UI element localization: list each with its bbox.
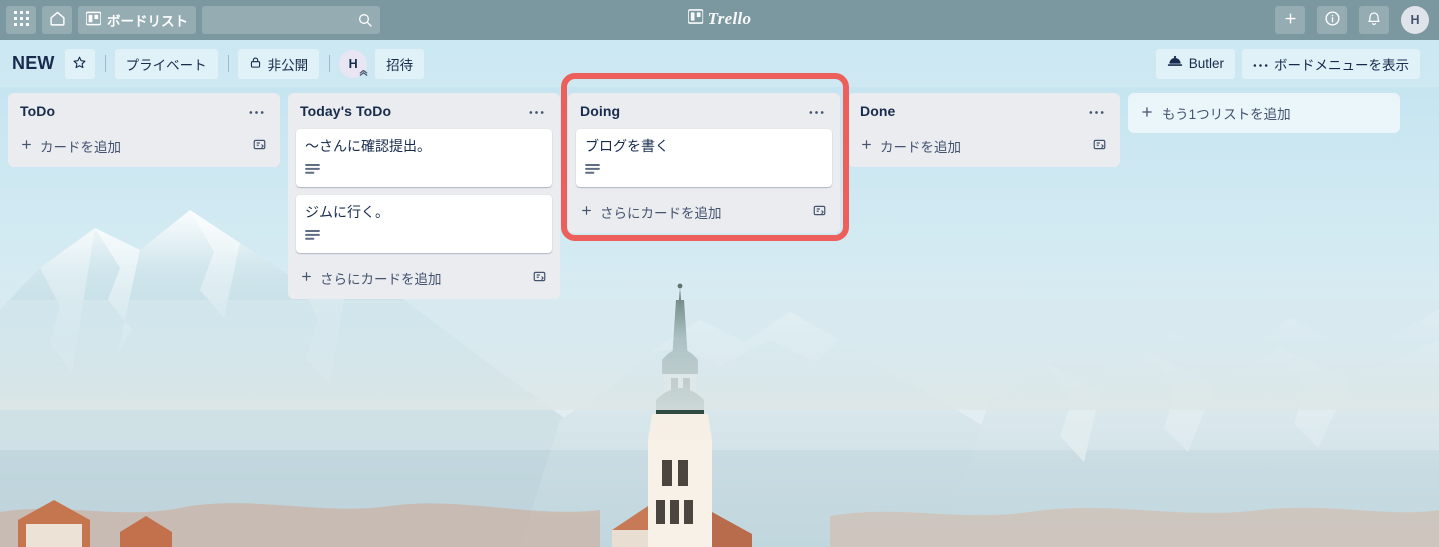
card[interactable]: 〜さんに確認提出。 bbox=[296, 129, 552, 187]
board-header: NEW プライベート 非公開 H 招待 Butler ボードメニューを表示 bbox=[0, 40, 1439, 87]
card-title: 〜さんに確認提出。 bbox=[305, 138, 431, 154]
butler-label: Butler bbox=[1188, 56, 1224, 71]
create-button[interactable] bbox=[1275, 6, 1305, 34]
list-actions-button[interactable] bbox=[245, 105, 268, 117]
board-member-avatar[interactable]: H bbox=[339, 49, 369, 80]
list-actions-button[interactable] bbox=[805, 105, 828, 117]
list-todo[interactable]: ToDo カードを追加 bbox=[8, 93, 280, 167]
invite-button[interactable]: 招待 bbox=[375, 48, 425, 79]
butler-icon bbox=[1167, 55, 1183, 72]
list-title: Doing bbox=[580, 103, 621, 119]
trello-board-icon bbox=[686, 9, 704, 29]
header-divider-2 bbox=[227, 55, 229, 72]
card-title: ジムに行く。 bbox=[305, 204, 389, 220]
list-header: ToDo bbox=[16, 101, 272, 129]
card[interactable]: ジムに行く。 bbox=[296, 195, 552, 253]
list-header: Doing bbox=[576, 101, 832, 129]
avatar-status-badge bbox=[358, 67, 369, 80]
bell-icon bbox=[1366, 11, 1382, 30]
plus-icon bbox=[860, 138, 873, 154]
search-icon bbox=[357, 12, 373, 33]
star-board-button[interactable] bbox=[64, 48, 95, 79]
information-button[interactable] bbox=[1317, 6, 1347, 34]
list-title: ToDo bbox=[20, 103, 56, 119]
card-template-icon[interactable] bbox=[1092, 137, 1107, 155]
description-icon bbox=[305, 163, 320, 181]
card-template-icon[interactable] bbox=[532, 269, 547, 287]
add-card-label: カードを追加 bbox=[880, 140, 961, 155]
plus-icon bbox=[1140, 105, 1154, 122]
list-actions-button[interactable] bbox=[525, 105, 548, 117]
board-title: NEW bbox=[12, 53, 55, 73]
home-icon bbox=[49, 10, 66, 30]
topbar-actions: H bbox=[1275, 6, 1429, 34]
header-divider-3 bbox=[329, 55, 331, 72]
add-list-label: もう1つリストを追加 bbox=[1162, 107, 1291, 122]
list-header: Done bbox=[856, 101, 1112, 129]
card-template-icon[interactable] bbox=[812, 203, 827, 221]
list-todays-todo[interactable]: Today's ToDo 〜さんに確認提出。 ジムに行く。 さらにカードを追加 bbox=[288, 93, 560, 299]
notifications-button[interactable] bbox=[1359, 6, 1389, 34]
boards-list-button[interactable]: ボードリスト bbox=[78, 6, 196, 34]
member-initial: H bbox=[348, 56, 358, 71]
card-badges bbox=[585, 163, 823, 181]
apps-grid-icon bbox=[13, 11, 29, 29]
global-topbar: ボードリスト Trello H bbox=[0, 0, 1439, 40]
card-template-icon[interactable] bbox=[252, 137, 267, 155]
workspace-visibility-button[interactable]: プライベート bbox=[114, 48, 218, 79]
card[interactable]: ブログを書く bbox=[576, 129, 832, 187]
workspace-visibility-label: プライベート bbox=[125, 57, 207, 73]
card-badges bbox=[305, 163, 543, 181]
description-icon bbox=[305, 229, 320, 247]
add-card-button[interactable]: さらにカードを追加 bbox=[576, 195, 832, 229]
info-icon bbox=[1324, 10, 1341, 30]
add-card-button[interactable]: カードを追加 bbox=[16, 129, 272, 163]
ellipsis-icon bbox=[1253, 56, 1268, 71]
card-title: ブログを書く bbox=[585, 138, 669, 154]
brand-text: Trello bbox=[707, 9, 752, 28]
butler-button[interactable]: Butler bbox=[1155, 48, 1235, 79]
trello-brand-logo: Trello bbox=[686, 9, 752, 29]
plus-icon bbox=[300, 270, 313, 286]
board-menu-label: ボードメニューを表示 bbox=[1274, 57, 1409, 73]
add-another-list-button[interactable]: もう1つリストを追加 bbox=[1128, 93, 1400, 133]
lock-icon bbox=[249, 56, 262, 72]
invite-label: 招待 bbox=[386, 57, 414, 73]
boards-list-label: ボードリスト bbox=[107, 14, 188, 29]
add-card-button[interactable]: カードを追加 bbox=[856, 129, 1112, 163]
add-card-label: カードを追加 bbox=[40, 140, 121, 155]
board-icon bbox=[85, 11, 102, 29]
add-card-button[interactable]: さらにカードを追加 bbox=[296, 261, 552, 295]
description-icon bbox=[585, 163, 600, 181]
add-card-label: さらにカードを追加 bbox=[320, 272, 442, 287]
list-actions-button[interactable] bbox=[1085, 105, 1108, 117]
search-input[interactable] bbox=[202, 6, 412, 34]
list-title: Today's ToDo bbox=[300, 103, 392, 119]
card-badges bbox=[305, 229, 543, 247]
avatar-initial: H bbox=[1410, 13, 1420, 27]
header-divider-1 bbox=[104, 55, 106, 72]
plus-icon bbox=[20, 138, 33, 154]
board-menu-button[interactable]: ボードメニューを表示 bbox=[1242, 48, 1420, 79]
search-field[interactable] bbox=[202, 6, 412, 34]
board-lists-canvas: ToDo カードを追加 Today's ToDo 〜さんに確認提出。 ジムに行く… bbox=[0, 87, 1439, 547]
add-card-label: さらにカードを追加 bbox=[600, 206, 722, 221]
user-avatar[interactable]: H bbox=[1401, 6, 1429, 34]
list-header: Today's ToDo bbox=[296, 101, 552, 129]
board-visibility-label: 非公開 bbox=[267, 57, 309, 73]
list-title: Done bbox=[860, 103, 896, 119]
board-visibility-button[interactable]: 非公開 bbox=[237, 48, 320, 79]
list-doing[interactable]: Doing ブログを書く さらにカードを追加 bbox=[568, 93, 840, 233]
plus-icon bbox=[1283, 11, 1298, 29]
app-switcher-button[interactable] bbox=[6, 6, 36, 34]
home-button[interactable] bbox=[42, 6, 72, 34]
list-done[interactable]: Done カードを追加 bbox=[848, 93, 1120, 167]
plus-icon bbox=[580, 204, 593, 220]
star-icon bbox=[72, 55, 87, 73]
